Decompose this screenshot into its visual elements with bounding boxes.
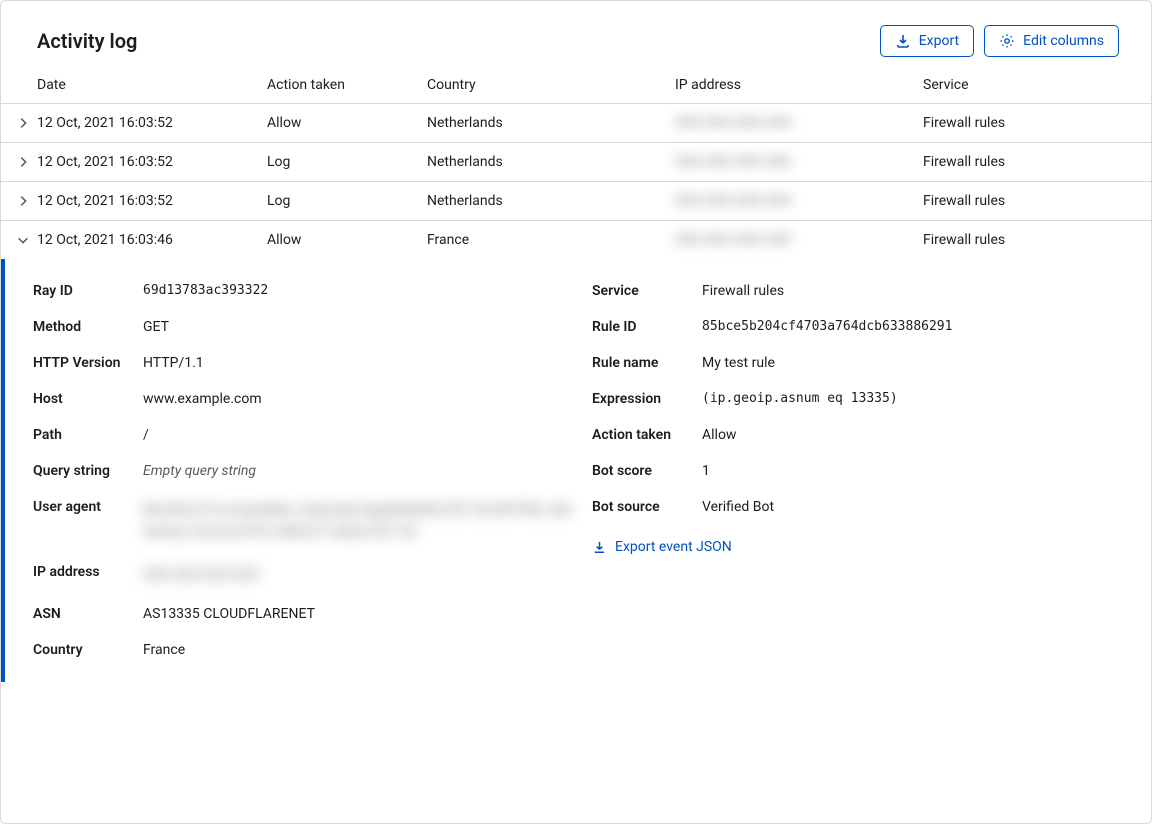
cell-service: Firewall rules	[923, 193, 1151, 209]
col-header-action: Action taken	[267, 77, 427, 93]
detail-value-method: GET	[143, 319, 189, 335]
detail-label-service: Service	[592, 283, 702, 299]
detail-value-user-agent: Mozilla/5.0 (compatible; redacted) Apple…	[143, 499, 592, 544]
detail-value-expression: (ip.geoip.asnum eq 13335)	[702, 391, 918, 406]
edit-columns-button-label: Edit columns	[1023, 33, 1104, 49]
detail-value-bot-score: 1	[702, 463, 730, 479]
detail-label-host: Host	[33, 391, 143, 407]
export-event-json-label: Export event JSON	[615, 539, 732, 555]
detail-value-query-string: Empty query string	[143, 463, 276, 479]
detail-label-ray-id: Ray ID	[33, 283, 143, 299]
cell-service: Firewall rules	[923, 232, 1151, 248]
gear-icon	[999, 33, 1015, 49]
detail-label-method: Method	[33, 319, 143, 335]
export-button[interactable]: Export	[880, 25, 974, 57]
download-icon	[895, 33, 911, 49]
detail-value-ip-address: XXX.XXX.XXX.XXX	[143, 564, 279, 586]
cell-action: Allow	[267, 115, 427, 131]
cell-country: Netherlands	[427, 115, 675, 131]
detail-value-host: www.example.com	[143, 391, 282, 407]
detail-label-http-version: HTTP Version	[33, 355, 143, 371]
detail-value-rule-id: 85bce5b204cf4703a764dcb633886291	[702, 319, 972, 334]
export-event-json-link[interactable]: Export event JSON	[592, 539, 732, 555]
detail-label-path: Path	[33, 427, 143, 443]
detail-value-path: /	[143, 427, 169, 443]
detail-label-country: Country	[33, 642, 143, 658]
detail-value-country: France	[143, 642, 205, 658]
cell-ip: XXX.XXX.XXX.XXX	[675, 154, 923, 170]
col-header-service: Service	[923, 77, 1151, 93]
panel-header: Activity log Export Edit columns	[1, 1, 1151, 77]
row-detail-panel: Ray ID 69d13783ac393322 Method GET HTTP …	[1, 259, 1151, 682]
detail-value-asn: AS13335 CLOUDFLARENET	[143, 606, 335, 622]
detail-label-action-taken: Action taken	[592, 427, 702, 443]
col-header-country: Country	[427, 77, 675, 93]
chevron-down-icon	[9, 233, 37, 247]
cell-country: France	[427, 232, 675, 248]
cell-date: 12 Oct, 2021 16:03:46	[37, 232, 267, 248]
table-row[interactable]: 12 Oct, 2021 16:03:46 Allow France XXX.X…	[1, 221, 1151, 259]
header-actions: Export Edit columns	[880, 25, 1119, 57]
detail-label-rule-id: Rule ID	[592, 319, 702, 335]
table-row[interactable]: 12 Oct, 2021 16:03:52 Allow Netherlands …	[1, 104, 1151, 143]
detail-value-action-taken: Allow	[702, 427, 756, 443]
cell-ip: XXX.XXX.XXX.XXX	[675, 232, 923, 248]
detail-label-query-string: Query string	[33, 463, 143, 479]
cell-country: Netherlands	[427, 154, 675, 170]
detail-label-bot-score: Bot score	[592, 463, 702, 479]
table-header: Date Action taken Country IP address Ser…	[1, 77, 1151, 104]
detail-label-ip-address: IP address	[33, 564, 143, 580]
col-header-ip: IP address	[675, 77, 923, 93]
table-row[interactable]: 12 Oct, 2021 16:03:52 Log Netherlands XX…	[1, 182, 1151, 221]
col-header-date: Date	[37, 77, 267, 93]
cell-date: 12 Oct, 2021 16:03:52	[37, 193, 267, 209]
detail-col-right: Service Firewall rules Rule ID 85bce5b20…	[592, 283, 1151, 658]
cell-ip: XXX.XXX.XXX.XXX	[675, 193, 923, 209]
detail-col-left: Ray ID 69d13783ac393322 Method GET HTTP …	[33, 283, 592, 658]
cell-ip: XXX.XXX.XXX.XXX	[675, 115, 923, 131]
detail-label-user-agent: User agent	[33, 499, 143, 515]
page-title: Activity log	[37, 29, 137, 53]
table-row[interactable]: 12 Oct, 2021 16:03:52 Log Netherlands XX…	[1, 143, 1151, 182]
detail-value-rule-name: My test rule	[702, 355, 795, 371]
cell-service: Firewall rules	[923, 154, 1151, 170]
detail-value-service: Firewall rules	[702, 283, 804, 299]
edit-columns-button[interactable]: Edit columns	[984, 25, 1119, 57]
cell-date: 12 Oct, 2021 16:03:52	[37, 115, 267, 131]
detail-value-bot-source: Verified Bot	[702, 499, 794, 515]
detail-label-asn: ASN	[33, 606, 143, 622]
cell-date: 12 Oct, 2021 16:03:52	[37, 154, 267, 170]
chevron-right-icon	[9, 194, 37, 208]
detail-value-ray-id: 69d13783ac393322	[143, 283, 288, 298]
detail-label-rule-name: Rule name	[592, 355, 702, 371]
detail-value-http-version: HTTP/1.1	[143, 355, 224, 371]
export-button-label: Export	[919, 33, 959, 49]
cell-country: Netherlands	[427, 193, 675, 209]
cell-action: Log	[267, 193, 427, 209]
activity-log-panel: Activity log Export Edit columns Date Ac…	[0, 0, 1152, 824]
chevron-right-icon	[9, 155, 37, 169]
download-icon	[592, 540, 607, 555]
cell-action: Allow	[267, 232, 427, 248]
detail-label-bot-source: Bot source	[592, 499, 702, 515]
chevron-right-icon	[9, 116, 37, 130]
cell-service: Firewall rules	[923, 115, 1151, 131]
detail-label-expression: Expression	[592, 391, 702, 407]
cell-action: Log	[267, 154, 427, 170]
